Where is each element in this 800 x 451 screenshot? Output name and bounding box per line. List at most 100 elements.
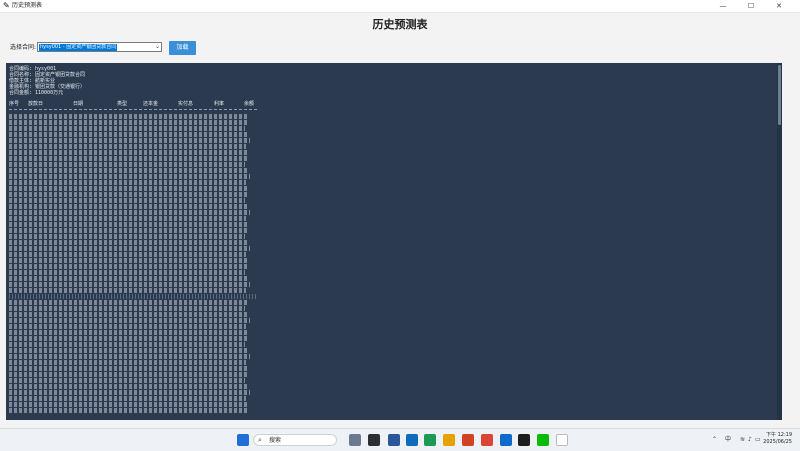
- forecast-row-placeholder: [9, 240, 248, 245]
- forecast-row-placeholder: [9, 144, 246, 149]
- forecast-row-placeholder: [9, 276, 248, 281]
- search-icon: ⌕: [258, 436, 262, 444]
- forecast-row-placeholder: [9, 222, 247, 227]
- forecast-row-placeholder: [9, 204, 248, 209]
- feather-icon: ✎: [3, 1, 10, 10]
- forecast-row-placeholder: [9, 192, 249, 197]
- forecast-row-placeholder: [9, 330, 247, 335]
- volume-icon[interactable]: ♪: [748, 435, 752, 445]
- load-button[interactable]: 加载: [169, 41, 196, 55]
- forecast-row-placeholder: [9, 348, 248, 353]
- forecast-row-placeholder: [9, 246, 250, 251]
- column-header-interest: 实付息: [178, 101, 194, 107]
- forecast-row-placeholder: [9, 198, 245, 203]
- wifi-icon[interactable]: ≋: [740, 435, 745, 445]
- contract-select[interactable]: hysy001 - 固定资产银团贷款合同 ⌄: [37, 42, 162, 52]
- forecast-rows: [9, 114, 259, 420]
- forecast-row-placeholder: [9, 234, 245, 239]
- forecast-row-placeholder: [9, 378, 245, 383]
- forecast-row-placeholder: [9, 210, 250, 215]
- forecast-row-placeholder: [9, 258, 247, 263]
- column-header-rate: 利率: [214, 101, 225, 107]
- forecast-row-placeholder: [9, 156, 249, 161]
- amount-line: 合同金额: 110000万元: [9, 90, 64, 96]
- column-header-type: 类型: [117, 101, 128, 107]
- windows-start-icon[interactable]: [237, 434, 249, 446]
- column-header-index: 序号: [9, 101, 20, 107]
- forecast-row-placeholder: [9, 138, 250, 143]
- forecast-row-placeholder: [9, 354, 250, 359]
- app-w-icon[interactable]: [462, 434, 474, 446]
- forecast-row-placeholder: [9, 174, 250, 179]
- forecast-row-placeholder: [9, 408, 249, 413]
- scrollbar-thumb[interactable]: [778, 65, 781, 125]
- forecast-row-placeholder: [9, 252, 246, 257]
- mail-icon[interactable]: [406, 434, 418, 446]
- taskbar: ⌕ 搜索 ⌃ 中 ≋ ♪ ▭ 下午 12:19 2025/06/25: [0, 428, 800, 451]
- word-icon[interactable]: [388, 434, 400, 446]
- forecast-row-placeholder: [9, 372, 249, 377]
- column-header-date: 日期: [73, 101, 84, 107]
- forecast-row-placeholder: [9, 294, 257, 299]
- forecast-row-placeholder: [9, 150, 247, 155]
- edge-icon[interactable]: [424, 434, 436, 446]
- forecast-row-placeholder: [9, 120, 249, 125]
- forecast-row-placeholder: [9, 228, 249, 233]
- forecast-row-placeholder: [9, 282, 250, 287]
- forecast-row-placeholder: [9, 180, 246, 185]
- forecast-row-placeholder: [9, 318, 250, 323]
- column-header-loan-date: 放款日: [28, 101, 44, 107]
- forecast-row-placeholder: [9, 312, 248, 317]
- forecast-row-placeholder: [9, 270, 245, 275]
- contract-select-value: hysy001 - 固定资产银团贷款合同: [39, 44, 118, 51]
- column-header-principal: 还本金: [143, 101, 159, 107]
- clock[interactable]: 下午 12:19 2025/06/25: [762, 432, 792, 446]
- app-l-icon[interactable]: [368, 434, 380, 446]
- forecast-row-placeholder: [9, 216, 246, 221]
- forecast-output-text[interactable]: 合同编码: hysy001 合同名称: 固定资产银团贷款合同 借款主体: 航新实…: [6, 63, 782, 420]
- forecast-row-placeholder: [9, 384, 248, 389]
- forecast-row-placeholder: [9, 342, 245, 347]
- forecast-row-placeholder: [9, 300, 249, 305]
- forecast-row-placeholder: [9, 162, 245, 167]
- chevron-down-icon[interactable]: ⌄: [155, 43, 160, 51]
- forecast-row-placeholder: [9, 336, 249, 341]
- contract-select-label: 选择合同:: [10, 44, 37, 51]
- minimize-button[interactable]: —: [712, 0, 734, 12]
- forecast-row-placeholder: [9, 396, 246, 401]
- forecast-row-placeholder: [9, 186, 247, 191]
- forecast-row-placeholder: [9, 264, 249, 269]
- clock-time: 下午 12:19: [766, 432, 792, 438]
- folder-icon[interactable]: [443, 434, 455, 446]
- forecast-row-placeholder: [9, 324, 246, 329]
- forecast-row-placeholder: [9, 168, 248, 173]
- page-title: 历史预测表: [372, 18, 428, 31]
- window-titlebar: ✎ 历史预测表 — ☐ ✕: [0, 0, 800, 13]
- battery-icon[interactable]: ▭: [755, 435, 761, 445]
- terminal-icon[interactable]: [518, 434, 530, 446]
- task-view-icon[interactable]: [349, 434, 361, 446]
- taskbar-search[interactable]: ⌕ 搜索: [253, 434, 337, 446]
- taskbar-search-placeholder: 搜索: [269, 437, 282, 444]
- forecast-row-placeholder: [9, 402, 247, 407]
- forecast-row-placeholder: [9, 360, 246, 365]
- window-title: 历史预测表: [12, 2, 43, 9]
- wechat-icon[interactable]: [537, 434, 549, 446]
- forecast-row-placeholder: [9, 132, 248, 137]
- notepad-icon[interactable]: [556, 434, 568, 446]
- maximize-button[interactable]: ☐: [740, 0, 762, 12]
- vscode-icon[interactable]: [500, 434, 512, 446]
- clock-date: 2025/06/25: [763, 439, 792, 445]
- header-separator: [9, 109, 257, 110]
- column-header-balance: 余额: [244, 101, 255, 107]
- chevron-up-icon[interactable]: ⌃: [712, 435, 717, 445]
- forecast-row-placeholder: [9, 390, 250, 395]
- forecast-row-placeholder: [9, 114, 247, 119]
- forecast-row-placeholder: [9, 366, 247, 371]
- forecast-row-placeholder: [9, 288, 246, 293]
- chrome-icon[interactable]: [481, 434, 493, 446]
- forecast-row-placeholder: [9, 126, 245, 131]
- forecast-row-placeholder: [9, 306, 245, 311]
- ime-indicator[interactable]: 中: [725, 435, 731, 445]
- close-button[interactable]: ✕: [768, 0, 790, 12]
